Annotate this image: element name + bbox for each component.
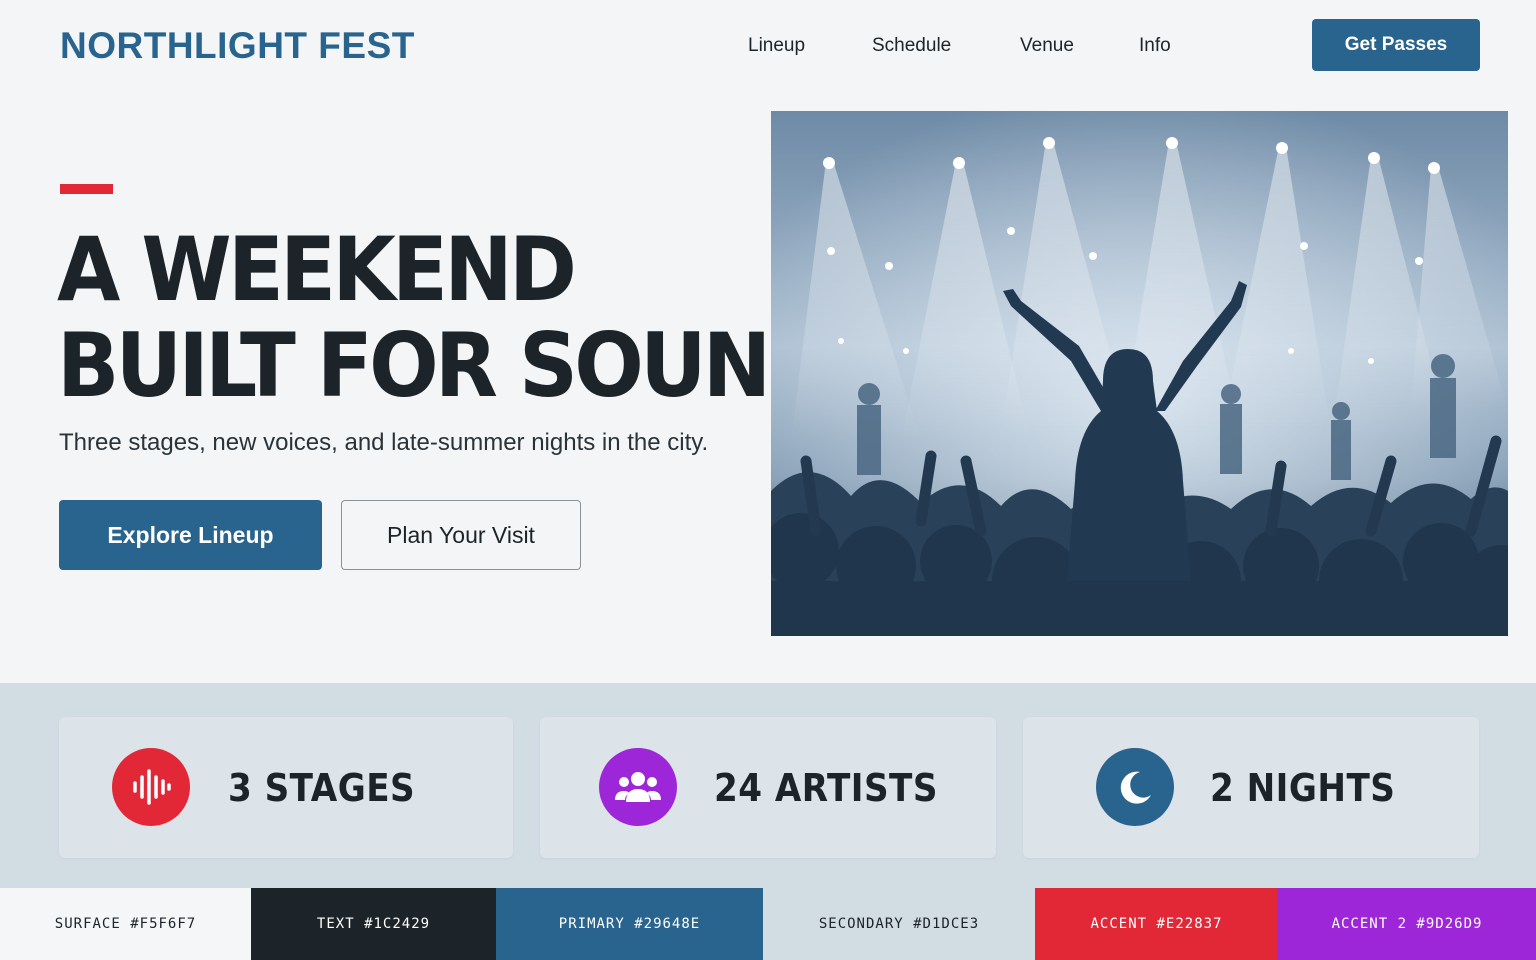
plan-your-visit-button[interactable]: Plan Your Visit — [341, 500, 581, 570]
brand-logo[interactable]: NORTHLIGHT FEST — [60, 24, 415, 68]
accent-dash — [60, 184, 113, 194]
swatch-surface: SURFACE #F5F6F7 — [0, 888, 251, 960]
swatch-label: SURFACE #F5F6F7 — [54, 916, 197, 932]
swatch-accent-2: ACCENT 2 #9D26D9 — [1278, 888, 1536, 960]
swatch-label: ACCENT #E22837 — [1090, 916, 1223, 932]
stat-label-stages: 3 STAGES — [228, 766, 416, 810]
stat-label-nights: 2 NIGHTS — [1210, 766, 1396, 810]
color-palette-strip: SURFACE #F5F6F7 TEXT #1C2429 PRIMARY #29… — [0, 888, 1536, 960]
stats-band: 3 STAGES 24 ARTISTS 2 NIGHTS — [0, 683, 1536, 888]
stat-label-artists: 24 ARTISTS — [714, 766, 938, 810]
explore-lineup-button[interactable]: Explore Lineup — [59, 500, 322, 570]
swatch-text: TEXT #1C2429 — [251, 888, 496, 960]
nav-link-lineup[interactable]: Lineup — [748, 33, 805, 59]
hero-concert-image — [771, 111, 1508, 636]
hero-headline-line-2: BUILT FOR SOUND — [57, 314, 836, 417]
swatch-label: ACCENT 2 #9D26D9 — [1331, 916, 1483, 932]
site-header: NORTHLIGHT FEST Lineup Schedule Venue In… — [0, 0, 1536, 96]
nav-link-venue[interactable]: Venue — [1020, 33, 1074, 59]
nav-link-schedule[interactable]: Schedule — [872, 33, 951, 59]
get-passes-button[interactable]: Get Passes — [1312, 19, 1480, 71]
swatch-label: PRIMARY #29648E — [558, 916, 701, 932]
swatch-accent: ACCENT #E22837 — [1035, 888, 1278, 960]
hero-headline: A WEEKEND BUILT FOR SOUND — [57, 218, 836, 417]
swatch-label: TEXT #1C2429 — [316, 916, 431, 932]
hero-subhead: Three stages, new voices, and late-summe… — [59, 429, 709, 456]
stat-card-stages: 3 STAGES — [59, 717, 513, 858]
people-group-icon — [599, 748, 677, 826]
nav-link-info[interactable]: Info — [1139, 33, 1171, 59]
swatch-label: SECONDARY #D1DCE3 — [818, 916, 980, 932]
stat-card-nights: 2 NIGHTS — [1023, 717, 1479, 858]
soundwave-icon — [112, 748, 190, 826]
moon-icon — [1096, 748, 1174, 826]
hero-headline-line-1: A WEEKEND — [57, 218, 577, 321]
swatch-primary: PRIMARY #29648E — [496, 888, 763, 960]
stat-card-artists: 24 ARTISTS — [540, 717, 996, 858]
swatch-secondary: SECONDARY #D1DCE3 — [763, 888, 1035, 960]
